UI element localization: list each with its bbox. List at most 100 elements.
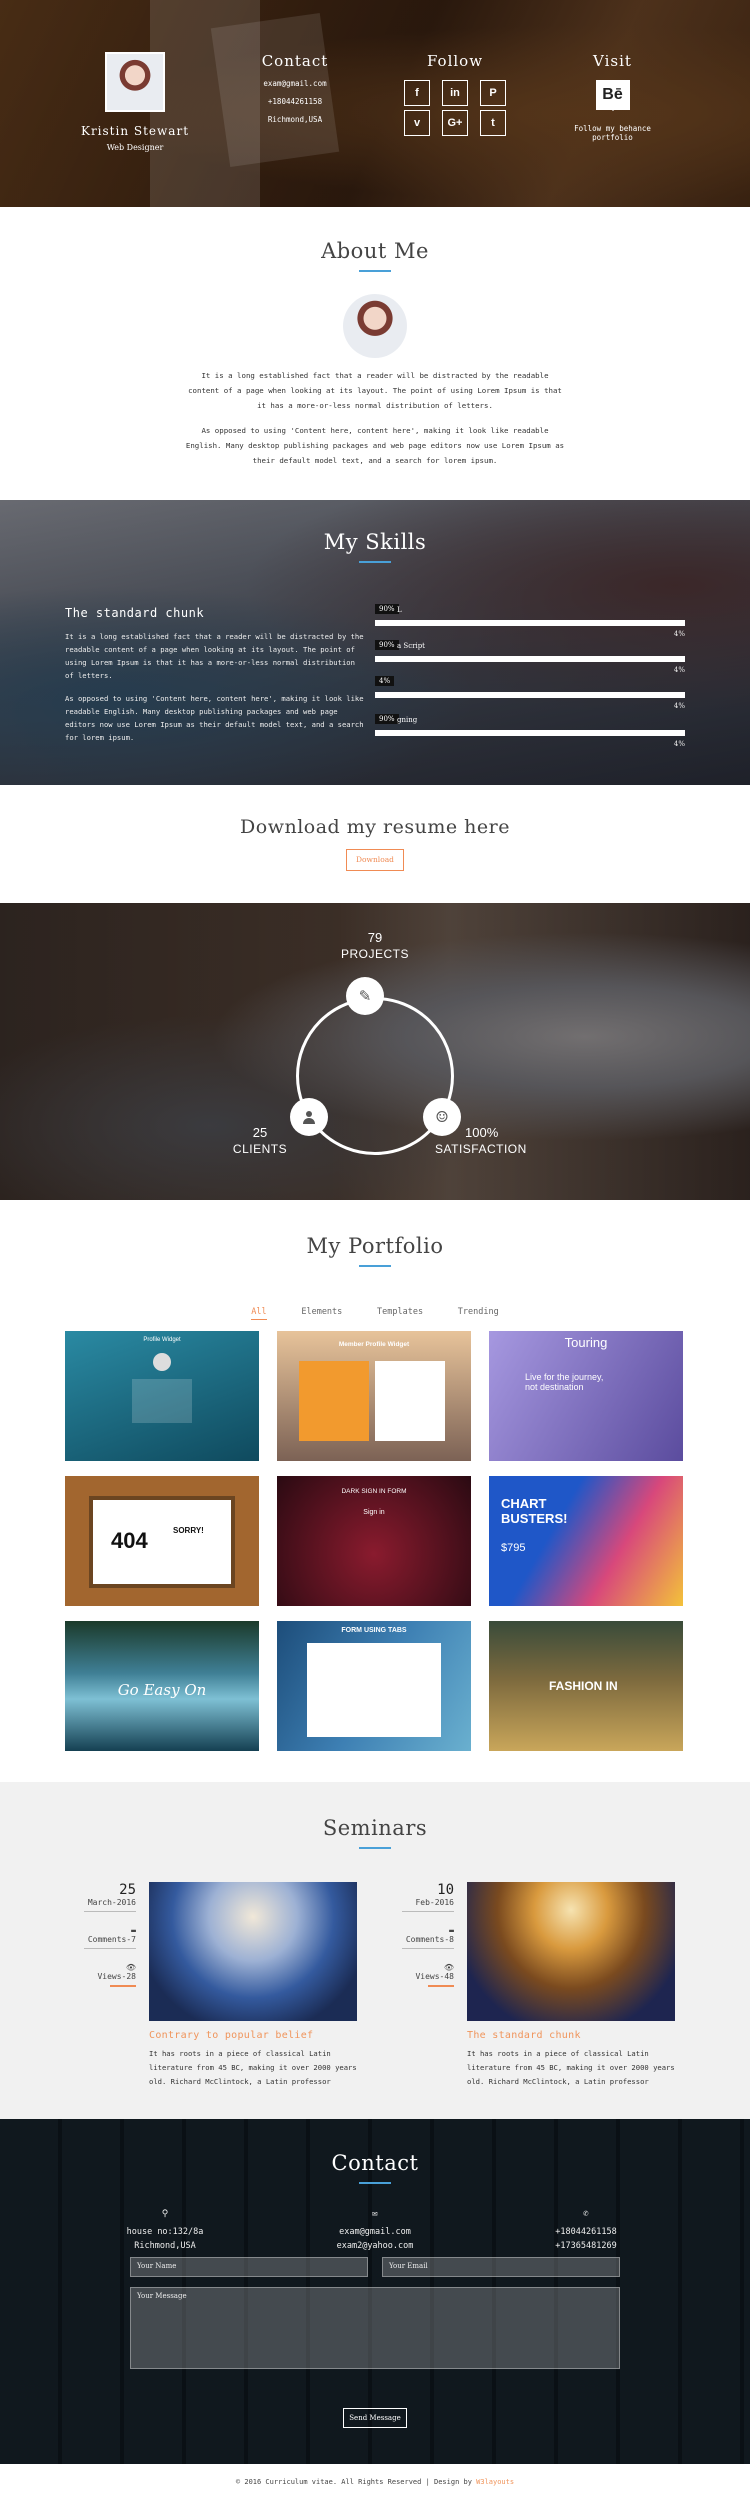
seminar-image	[149, 1882, 357, 2021]
facebook-icon[interactable]: f	[404, 80, 430, 106]
send-message-button[interactable]: Send Message	[343, 2408, 407, 2428]
tumblr-icon[interactable]: t	[480, 110, 506, 136]
tile-card	[375, 1361, 445, 1441]
resume-title: Download my resume here	[240, 816, 510, 838]
contact-city: Richmond,USA	[267, 115, 323, 124]
portfolio-tile[interactable]: CHART BUSTERS! $795	[489, 1476, 683, 1606]
skills-section: My Skills The standard chunk It is a lon…	[0, 500, 750, 785]
header-contact: Contact exam@gmail.com +18044261158 Rich…	[245, 52, 345, 124]
seminar-views: Views-48	[415, 1972, 454, 1981]
skill-bar: 90% gning 4%	[375, 714, 685, 748]
tile-title: CHART BUSTERS!	[501, 1496, 568, 1526]
portfolio-tile[interactable]: Touring Live for the journey, not destin…	[489, 1331, 683, 1461]
skill-tag: 90%	[375, 640, 399, 650]
tab-elements[interactable]: Elements	[301, 1307, 342, 1317]
tab-all[interactable]: All	[251, 1307, 267, 1320]
tile-form	[307, 1643, 441, 1737]
contact-email[interactable]: exam@gmail.com	[245, 79, 345, 88]
eye-icon: 👁	[125, 1963, 136, 1972]
accent-divider	[428, 1985, 454, 1987]
portfolio-section: My Portfolio All Elements Templates Tren…	[0, 1200, 750, 1782]
title-underline	[359, 1847, 391, 1849]
skill-track	[375, 656, 685, 662]
skills-paragraph-2: As opposed to using 'Content here, conte…	[65, 694, 364, 742]
contact-emails: ✉ exam@gmail.com exam2@yahoo.com	[315, 2207, 435, 2253]
clients-number: 25	[252, 1125, 268, 1140]
portfolio-tile[interactable]: FORM USING TABS	[277, 1621, 471, 1751]
download-button[interactable]: Download	[346, 849, 404, 871]
eye-icon: 👁	[443, 1963, 454, 1972]
profile-name: Kristin Stewart	[80, 124, 190, 138]
location-icon: ⚲	[161, 2209, 169, 2219]
skill-tag: 90%	[375, 714, 399, 724]
seminar-text: It has roots in a piece of classical Lat…	[149, 2049, 357, 2086]
comments-icon: ▬	[449, 1926, 454, 1935]
skill-tag: 4%	[375, 676, 395, 686]
tile-card	[299, 1361, 369, 1441]
seminar-comments: Comments-7	[87, 1935, 136, 1944]
portfolio-tile[interactable]: FASHION IN	[489, 1621, 683, 1751]
tile-text: Sign in	[363, 1509, 385, 1516]
skills-paragraph-1: It is a long established fact that a rea…	[65, 632, 364, 680]
seminar-meta: 10 Feb-2016 ▬ Comments-8 👁 Views-48	[402, 1882, 454, 1991]
about-section: About Me It is a long established fact t…	[0, 207, 750, 500]
google-plus-icon[interactable]: G+	[442, 110, 468, 136]
pinterest-icon[interactable]: P	[480, 80, 506, 106]
portfolio-tile[interactable]: DARK SIGN IN FORM Sign in	[277, 1476, 471, 1606]
projects-label: PROJECTS	[340, 947, 409, 961]
seminar-comments: Comments-8	[405, 1935, 454, 1944]
tile-title: DARK SIGN IN FORM	[341, 1488, 407, 1495]
satisfaction-stat: 100% SATISFACTION	[430, 1125, 530, 1156]
visit-text-2: portfolio	[592, 133, 633, 142]
skill-percent: 4%	[673, 630, 685, 638]
skill-track	[375, 730, 685, 736]
projects-stat: 79 PROJECTS	[325, 930, 425, 961]
seminar-month: Feb-2016	[415, 1898, 454, 1907]
seminar-day: 10	[437, 1882, 454, 1898]
seminar-day: 25	[119, 1882, 136, 1898]
projects-number: 79	[367, 930, 383, 945]
social-icons: f in P v G+ t	[385, 76, 525, 136]
profile-block: Kristin Stewart Web Designer	[75, 52, 195, 152]
seminar-month: March-2016	[87, 1898, 136, 1907]
message-field[interactable]: Your Message	[130, 2287, 620, 2369]
seminars-section: Seminars 25 March-2016 ▬ Comments-7 👁 Vi…	[0, 1782, 750, 2119]
vimeo-icon[interactable]: v	[404, 110, 430, 136]
tab-trending[interactable]: Trending	[458, 1307, 499, 1317]
portfolio-tile[interactable]: Go Easy On	[65, 1621, 259, 1751]
linkedin-icon[interactable]: in	[442, 80, 468, 106]
satisfaction-number: 100%	[465, 1125, 499, 1140]
name-field[interactable]: Your Name	[130, 2257, 368, 2277]
header-follow: Follow f in P v G+ t	[385, 52, 525, 136]
mail-icon: ✉	[372, 2209, 378, 2219]
title-underline	[359, 2182, 391, 2184]
header-visit: Visit Bē Follow my behance portfolio	[555, 52, 670, 142]
contact-phone: +18044261158	[267, 97, 323, 106]
tile-title: Go Easy On	[117, 1681, 207, 1699]
portfolio-tile[interactable]: Member Profile Widget	[277, 1331, 471, 1461]
portfolio-tile[interactable]: Profile Widget	[65, 1331, 259, 1461]
skill-bar: 90% a Script 4%	[375, 640, 685, 674]
portfolio-title: My Portfolio	[306, 1234, 444, 1258]
email-line-1[interactable]: exam@gmail.com	[315, 2225, 435, 2239]
portfolio-tile[interactable]: 404 SORRY!	[65, 1476, 259, 1606]
footer-link[interactable]: W3layouts	[476, 2478, 514, 2486]
address-line-2: Richmond,USA	[134, 2241, 196, 2251]
portfolio-tabs: All Elements Templates Trending	[0, 1307, 750, 1320]
visit-title: Visit	[593, 52, 632, 70]
email-line-2[interactable]: exam2@yahoo.com	[315, 2239, 435, 2253]
skill-bar: 90% L 4%	[375, 604, 685, 638]
skill-tag: 90%	[375, 604, 399, 614]
clients-stat: 25 CLIENTS	[220, 1125, 300, 1156]
phone-line-2: +17365481269	[555, 2241, 617, 2251]
contact-title: Contact	[261, 52, 329, 70]
behance-icon[interactable]: Bē	[595, 80, 630, 111]
about-title: About Me	[321, 239, 429, 263]
tab-templates[interactable]: Templates	[377, 1307, 423, 1317]
seminar-title[interactable]: Contrary to popular belief	[149, 2030, 313, 2041]
tile-title: FASHION IN	[549, 1679, 618, 1693]
seminar-title[interactable]: The standard chunk	[467, 2030, 581, 2041]
email-field[interactable]: Your Email	[382, 2257, 620, 2277]
profile-role: Web Designer	[106, 143, 164, 152]
footer-text: © 2016 Curriculum vitae. All Rights Rese…	[235, 2478, 477, 2486]
